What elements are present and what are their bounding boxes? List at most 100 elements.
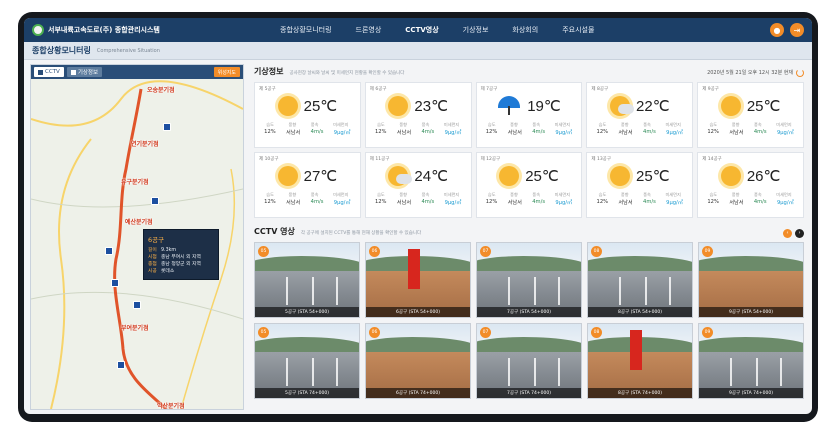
weather-stat-values: 12% 서남서 4m/s 9μg/㎥ — [370, 199, 467, 206]
nav-item-facilities[interactable]: 주요시설물 — [562, 25, 594, 35]
cctv-thumbnail[interactable]: 08 8공구 (STA 74+000) — [587, 323, 693, 399]
map-camera-icon[interactable] — [117, 361, 125, 369]
label-fine-dust: 미세먼지 — [333, 192, 349, 197]
wind-direction-value: 서남서 — [286, 200, 301, 206]
dashboard-right: 기상정보 공사현장 날씨와 날씨 및 미세먼지 현황을 확인할 수 있습니다 2… — [244, 60, 812, 414]
humidity-value: 12% — [374, 129, 387, 135]
weather-temp: 22℃ — [636, 98, 670, 115]
weather-main: 23℃ — [370, 92, 467, 120]
section-badge: 08 — [591, 246, 602, 257]
map-camera-icon[interactable] — [133, 301, 141, 309]
weather-card[interactable]: 제 6공구 23℃ 습도 풍향 풍속 미세먼지 12% 서남서 4m/s 9μg/㎥ — [364, 82, 472, 148]
humidity-value: 12% — [264, 199, 276, 205]
section-badge: 05 — [258, 327, 269, 338]
refresh-icon[interactable] — [796, 68, 804, 77]
cctv-thumbnail[interactable]: 06 6공구 (STA 74+000) — [365, 323, 471, 399]
cctv-thumbnail[interactable]: 09 9공구 (STA 54+000) — [698, 242, 804, 318]
nav-item-weather[interactable]: 기상정보 — [463, 25, 489, 35]
label-fine-dust: 미세먼지 — [665, 122, 681, 127]
humidity-value: 12% — [374, 199, 387, 205]
label-fine-dust: 미세먼지 — [443, 192, 460, 197]
wind-speed-value: 4m/s — [421, 129, 435, 135]
map-camera-icon[interactable] — [111, 279, 119, 287]
wind-speed-value: 4m/s — [421, 199, 435, 205]
popup-row: 종점 충남 청양군 외 지역 — [148, 261, 214, 268]
weather-card[interactable]: 제 14공구 26℃ 습도 풍향 풍속 미세먼지 12% 서남서 4m/s 9μg/㎥ — [697, 152, 804, 218]
label-humidity: 습도 — [377, 192, 385, 197]
nav-item-monitoring[interactable]: 종합상황모니터링 — [280, 25, 332, 35]
prev-arrow-icon[interactable]: ‹ — [783, 228, 792, 238]
weather-main: 25℃ — [702, 92, 799, 120]
weather-stat-labels: 습도 풍향 풍속 미세먼지 — [259, 122, 356, 128]
weather-card[interactable]: 제 9공구 25℃ 습도 풍향 풍속 미세먼지 12% 서남서 4m/s 9μg/㎥ — [697, 82, 804, 148]
weather-card[interactable]: 제 11공구 24℃ 습도 풍향 풍속 미세먼지 12% 서남서 4m/s 9μg/㎥ — [364, 152, 472, 218]
cctv-section-header: CCTV 영상 각 공구에 설치된 CCTV를 통해 현재 상황을 확인할 수 … — [254, 226, 804, 238]
label-wind-speed: 풍속 — [532, 122, 541, 127]
weather-card[interactable]: 제 13공구 25℃ 습도 풍향 풍속 미세먼지 12% 서남서 4m/s 9μg/㎥ — [586, 152, 694, 218]
camera-icon — [38, 69, 43, 75]
wind-direction-value: 서남서 — [396, 130, 412, 136]
wind-direction-value: 서남서 — [507, 130, 522, 136]
satellite-map-button[interactable]: 위성지도 — [213, 67, 240, 77]
device-frame: 서부내륙고속도로(주) 종합관리시스템 종합상황모니터링 드론영상 CCTV영상… — [18, 12, 818, 422]
nav-item-cctv[interactable]: CCTV영상 — [405, 25, 438, 35]
weather-temp: 24℃ — [414, 168, 448, 185]
weather-card[interactable]: 제 7공구 19℃ 습도 풍향 풍속 미세먼지 12% 서남서 4m/s 9μg/㎥ — [475, 82, 583, 148]
section-badge: 05 — [258, 246, 269, 257]
cctv-thumbnail[interactable]: 05 5공구 (STA 54+000) — [254, 242, 360, 318]
weather-card[interactable]: 제 8공구 22℃ 습도 풍향 풍속 미세먼지 12% 서남서 4m/s 9μg/㎥ — [586, 82, 694, 148]
app-logo[interactable]: 서부내륙고속도로(주) 종합관리시스템 — [32, 24, 232, 36]
weather-card[interactable]: 제 10공구 27℃ 습도 풍향 풍속 미세먼지 12% 서남서 4m/s 9μg/㎥ — [254, 152, 361, 218]
weather-stat-values: 12% 서남서 4m/s 9μg/㎥ — [591, 199, 688, 206]
section-badge: 07 — [480, 246, 491, 257]
page-title: 종합상황모니터링 — [32, 46, 91, 55]
fine-dust-value: 9μg/㎥ — [333, 130, 351, 136]
weather-stat-labels: 습도 풍향 풍속 미세먼지 — [591, 192, 688, 198]
cctv-thumbnail[interactable]: 07 7공구 (STA 74+000) — [476, 323, 582, 399]
label-fine-dust: 미세먼지 — [776, 122, 792, 127]
cctv-caption: 9공구 (STA 74+000) — [699, 388, 803, 398]
weather-temp: 25℃ — [636, 168, 670, 185]
app-title: 서부내륙고속도로(주) 종합관리시스템 — [48, 26, 160, 34]
user-icon[interactable]: ● — [770, 23, 784, 37]
cctv-thumbnail[interactable]: 09 9공구 (STA 74+000) — [698, 323, 804, 399]
map-tab-cctv[interactable]: CCTV — [34, 67, 64, 77]
next-arrow-icon[interactable]: › — [795, 228, 804, 238]
map-tab-weather[interactable]: 기상정보 — [66, 67, 103, 77]
nav-item-video-conference[interactable]: 화상회의 — [512, 25, 538, 35]
section-badge: 09 — [702, 246, 713, 257]
fine-dust-value: 9μg/㎥ — [555, 200, 573, 206]
label-wind-direction: 풍향 — [288, 192, 297, 197]
map-label-osong: 오송분기점 — [147, 87, 175, 94]
logout-icon[interactable]: ⇥ — [790, 23, 804, 37]
nav-item-drone[interactable]: 드론영상 — [356, 25, 382, 35]
weather-stat-values: 12% 서남서 4m/s 9μg/㎥ — [259, 199, 356, 206]
map-tab-weather-label: 기상정보 — [77, 70, 99, 76]
weather-main: 22℃ — [591, 92, 688, 120]
fine-dust-value: 9μg/㎥ — [444, 130, 462, 136]
section-badge: 08 — [591, 327, 602, 338]
wind-direction-value: 서남서 — [286, 130, 301, 136]
label-humidity: 습도 — [266, 122, 274, 127]
cctv-thumbnail[interactable]: 08 8공구 (STA 54+000) — [587, 242, 693, 318]
label-wind-speed: 풍속 — [421, 192, 430, 197]
section-info-popup: 6공구 길이 9.3km 시점 충남 부여시 외 지역 종점 충남 청양군 외 … — [143, 229, 219, 280]
label-wind-speed: 풍속 — [753, 122, 762, 127]
weather-card[interactable]: 제 5공구 25℃ 습도 풍향 풍속 미세먼지 12% 서남서 4m/s 9μg/㎥ — [254, 82, 361, 148]
map-camera-icon[interactable] — [163, 123, 171, 131]
popup-key: 시점 — [148, 255, 157, 260]
map-camera-icon[interactable] — [105, 247, 113, 255]
weather-card[interactable]: 제 12공구 25℃ 습도 풍향 풍속 미세먼지 12% 서남서 4m/s 9μg/㎥ — [475, 152, 583, 218]
map-camera-icon[interactable] — [151, 197, 159, 205]
label-wind-direction: 풍향 — [620, 122, 629, 127]
label-wind-speed: 풍속 — [643, 192, 651, 197]
fine-dust-value: 9μg/㎥ — [555, 130, 573, 136]
cctv-thumbnail[interactable]: 06 6공구 (STA 54+000) — [365, 242, 471, 318]
popup-row: 길이 9.3km — [148, 247, 214, 254]
weather-stat-labels: 습도 풍향 풍속 미세먼지 — [481, 122, 578, 128]
cctv-thumbnail[interactable]: 05 5공구 (STA 74+000) — [254, 323, 360, 399]
cctv-thumbnail[interactable]: 07 7공구 (STA 54+000) — [476, 242, 582, 318]
route-map[interactable]: 오송분기점 연기분기점 유구분기점 예산분기점 부여분기점 익산분기점 6공구 — [31, 79, 243, 409]
weather-stat-values: 12% 서남서 4m/s 9μg/㎥ — [259, 129, 356, 136]
wind-direction-value: 서남서 — [729, 200, 744, 206]
